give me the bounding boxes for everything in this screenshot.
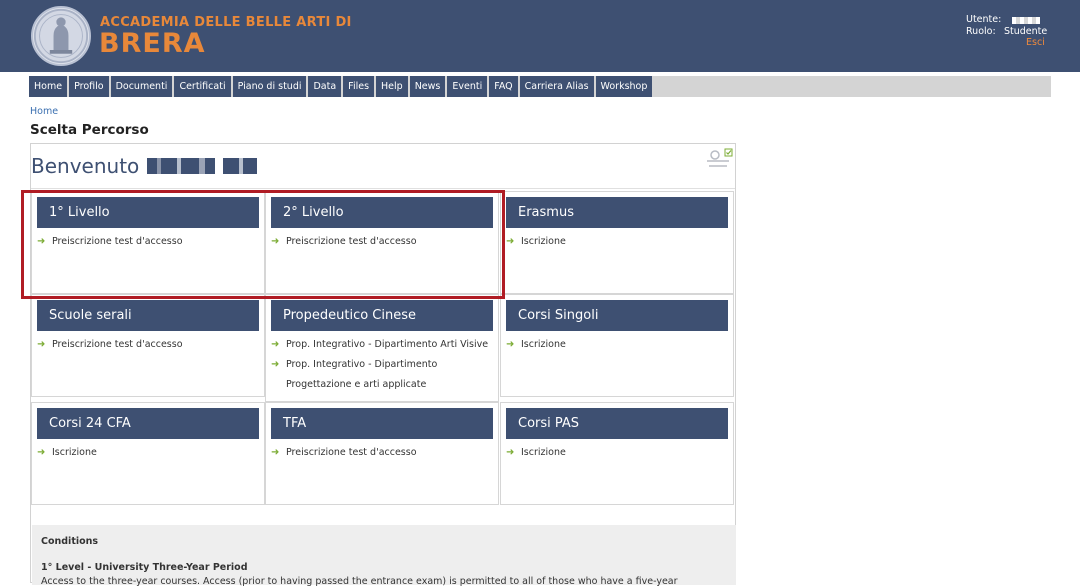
welcome-text: Benvenuto	[31, 154, 140, 178]
arrow-right-icon: ➜	[506, 447, 515, 458]
arrow-right-icon: ➜	[37, 447, 46, 458]
arrow-right-icon: ➜	[271, 447, 280, 458]
nav-eventi[interactable]: Eventi	[447, 76, 488, 97]
conditions-subtitle: 1° Level - University Three-Year Period	[41, 562, 248, 573]
card-title: Propedeutico Cinese	[271, 300, 493, 331]
card-tfa: TFA ➜ Preiscrizione test d'accesso	[265, 402, 499, 505]
card-title: Erasmus	[506, 197, 728, 228]
nav-piano-di-studi[interactable]: Piano di studi	[232, 76, 307, 97]
nav-faq[interactable]: FAQ	[489, 76, 518, 97]
settings-icon[interactable]	[703, 147, 735, 171]
logout-link[interactable]: Esci	[1026, 37, 1045, 48]
role-label: Ruolo:	[966, 26, 996, 37]
nav-certificati[interactable]: Certificati	[174, 76, 231, 97]
nav-documenti[interactable]: Documenti	[110, 76, 173, 97]
card-title: Corsi 24 CFA	[37, 408, 259, 439]
card-title: Corsi Singoli	[506, 300, 728, 331]
nav-workshop[interactable]: Workshop	[595, 76, 653, 97]
card-link[interactable]: ➜ Prop. Integrativo - Dipartimento Arti V…	[271, 335, 488, 355]
nav-files[interactable]: Files	[343, 76, 375, 97]
highlight-box	[21, 190, 505, 299]
nav-profilo[interactable]: Profilo	[69, 76, 109, 97]
card-erasmus: Erasmus ➜ Iscrizione	[500, 191, 734, 294]
nav-home[interactable]: Home	[29, 76, 68, 97]
card-scuole-serali: Scuole serali ➜ Preiscrizione test d'acce…	[31, 294, 265, 397]
card-link[interactable]: ➜ Prop. Integrativo - Dipartimento Progett…	[271, 355, 437, 395]
panel-divider	[31, 188, 735, 189]
card-propedeutico-cinese: Propedeutico Cinese ➜ Prop. Integrativo -…	[265, 294, 499, 402]
welcome-heading: Benvenuto	[31, 154, 258, 178]
nav-help[interactable]: Help	[376, 76, 408, 97]
card-link[interactable]: ➜ Preiscrizione test d'accesso	[271, 443, 417, 463]
breadcrumb-home[interactable]: Home	[30, 106, 58, 117]
conditions-text: Access to the three-year courses. Access…	[41, 576, 678, 587]
nav-carriera-alias[interactable]: Carriera Alias	[519, 76, 594, 97]
card-corsi-pas: Corsi PAS ➜ Iscrizione	[500, 402, 734, 505]
card-title: TFA	[271, 408, 493, 439]
card-link[interactable]: ➜ Iscrizione	[506, 443, 566, 463]
nav-news[interactable]: News	[409, 76, 446, 97]
user-info: Utente: Ruolo: Studente	[966, 14, 1047, 38]
card-link[interactable]: ➜ Iscrizione	[37, 443, 97, 463]
nav-data[interactable]: Data	[308, 76, 342, 97]
card-corsi-singoli: Corsi Singoli ➜ Iscrizione	[500, 294, 734, 397]
arrow-right-icon: ➜	[506, 339, 515, 350]
main-nav: Home Profilo Documenti Certificati Piano…	[29, 76, 1051, 97]
arrow-right-icon: ➜	[506, 236, 515, 247]
card-link[interactable]: ➜ Preiscrizione test d'accesso	[37, 335, 183, 355]
redacted-user-name	[147, 158, 258, 174]
user-label: Utente:	[966, 14, 1002, 25]
page-title: Scelta Percorso	[30, 122, 149, 138]
card-title: Scuole serali	[37, 300, 259, 331]
card-title: Corsi PAS	[506, 408, 728, 439]
redacted-username	[1012, 17, 1040, 24]
academy-logo[interactable]	[31, 6, 91, 66]
conditions-title: Conditions	[41, 536, 99, 547]
card-corsi-24-cfa: Corsi 24 CFA ➜ Iscrizione	[31, 402, 265, 505]
conditions-section: Conditions 1° Level - University Three-Y…	[32, 525, 736, 587]
site-header: ACCADEMIA DELLE BELLE ARTI DI BRERA Uten…	[0, 0, 1080, 72]
card-link[interactable]: ➜ Iscrizione	[506, 232, 566, 252]
arrow-right-icon: ➜	[271, 359, 280, 370]
card-link[interactable]: ➜ Iscrizione	[506, 335, 566, 355]
arrow-right-icon: ➜	[37, 339, 46, 350]
arrow-right-icon: ➜	[271, 339, 280, 350]
brand-title: BRERA	[99, 28, 206, 59]
